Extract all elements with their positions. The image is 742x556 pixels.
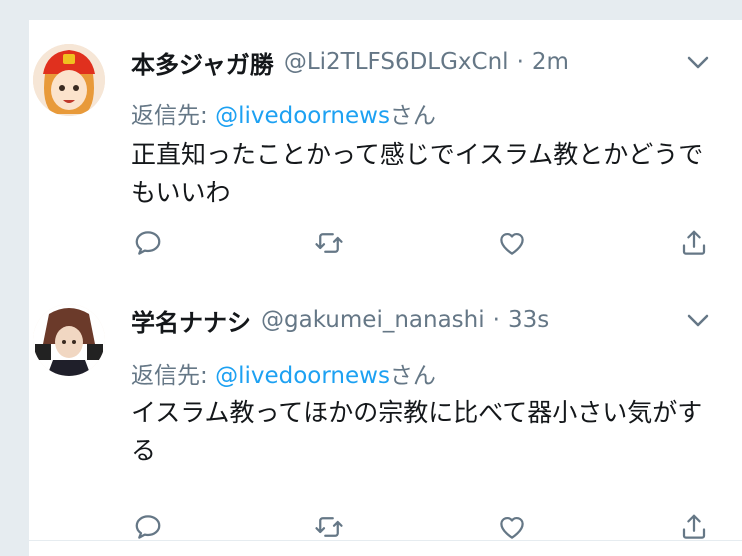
- like-icon[interactable]: [495, 226, 529, 260]
- tweet-header: 本多ジャガ勝 @Li2TLFS6DLGxCnl · 2m: [131, 42, 569, 82]
- chevron-down-icon[interactable]: [685, 308, 711, 334]
- avatar[interactable]: [33, 304, 105, 376]
- display-name[interactable]: 学名ナナシ: [131, 303, 251, 338]
- reply-context: 返信先: @livedoornewsさん: [131, 96, 436, 130]
- mention-link[interactable]: @livedoornews: [215, 363, 390, 389]
- share-icon[interactable]: [677, 226, 711, 260]
- retweet-icon[interactable]: [312, 510, 346, 544]
- reply-prefix: 返信先:: [131, 103, 216, 129]
- display-name[interactable]: 本多ジャガ勝: [131, 45, 274, 80]
- chevron-down-icon[interactable]: [685, 50, 711, 76]
- reply-context: 返信先: @livedoornewsさん: [131, 356, 436, 390]
- tweet[interactable]: 本多ジャガ勝 @Li2TLFS6DLGxCnl · 2m 返信先: @lived…: [29, 20, 742, 285]
- user-handle[interactable]: @Li2TLFS6DLGxCnl: [284, 49, 509, 75]
- user-handle[interactable]: @gakumei_nanashi: [261, 307, 485, 333]
- tweet-actions: [29, 510, 742, 550]
- timestamp[interactable]: 33s: [508, 307, 549, 333]
- reply-suffix: さん: [389, 103, 436, 129]
- tweet[interactable]: 学名ナナシ @gakumei_nanashi · 33s 返信先: @lived…: [29, 284, 742, 541]
- mention-link[interactable]: @livedoornews: [215, 103, 390, 129]
- like-icon[interactable]: [495, 510, 529, 544]
- separator-dot: ·: [516, 49, 524, 75]
- tweet-text: イスラム教ってほかの宗教に比べて器小さい気がする: [131, 398, 703, 465]
- tweet-text: 正直知ったことかって感じでイスラム教とかどうでもいいわ: [131, 140, 704, 207]
- avatar[interactable]: [33, 44, 105, 116]
- tweet-header: 学名ナナシ @gakumei_nanashi · 33s: [131, 300, 549, 340]
- timestamp[interactable]: 2m: [532, 49, 569, 75]
- share-icon[interactable]: [677, 510, 711, 544]
- retweet-icon[interactable]: [312, 226, 346, 260]
- reply-prefix: 返信先:: [131, 363, 216, 389]
- tweet-actions: [29, 226, 742, 266]
- reply-suffix: さん: [389, 363, 436, 389]
- tweet-feed: 本多ジャガ勝 @Li2TLFS6DLGxCnl · 2m 返信先: @lived…: [28, 20, 742, 556]
- separator-dot: ·: [492, 307, 500, 333]
- reply-icon[interactable]: [131, 510, 165, 544]
- reply-icon[interactable]: [131, 226, 165, 260]
